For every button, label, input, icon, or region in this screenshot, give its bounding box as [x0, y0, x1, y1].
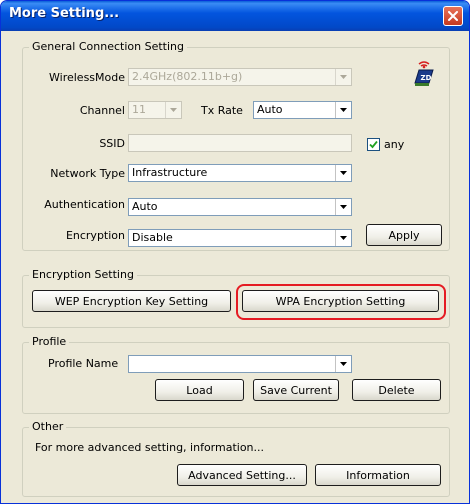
encryption-label: Encryption	[65, 229, 125, 242]
wpa-encryption-setting-button[interactable]: WPA Encryption Setting	[242, 290, 439, 312]
profile-legend: Profile	[29, 335, 70, 349]
other-legend: Other	[29, 420, 67, 434]
chevron-down-icon	[335, 230, 351, 246]
more-setting-dialog: More Setting... General Connection Setti…	[0, 0, 470, 504]
chevron-down-icon	[335, 199, 351, 215]
channel-label: Channel	[79, 104, 125, 117]
ssid-label: SSID	[99, 137, 125, 150]
checkmark-icon	[369, 140, 378, 149]
network-type-select[interactable]: Infrastructure	[128, 164, 352, 182]
network-type-label: Network Type	[50, 167, 125, 180]
profile-name-select[interactable]	[128, 355, 352, 373]
general-connection-group: General Connection Setting WirelessMode …	[22, 40, 450, 251]
wep-encryption-key-setting-button[interactable]: WEP Encryption Key Setting	[32, 290, 231, 312]
profile-group: Profile Profile Name Load Save Current D…	[22, 335, 450, 414]
advanced-setting-button[interactable]: Advanced Setting...	[177, 464, 307, 486]
window-title: More Setting...	[9, 6, 120, 21]
tx-rate-label: Tx Rate	[201, 104, 243, 117]
wireless-mode-label: WirelessMode	[49, 71, 125, 84]
channel-select: 11	[128, 101, 182, 119]
load-button[interactable]: Load	[155, 379, 244, 401]
ssid-input	[128, 134, 352, 152]
any-checkbox[interactable]	[367, 138, 380, 151]
title-bar: More Setting...	[1, 1, 469, 31]
svg-text:ZD: ZD	[421, 74, 432, 82]
other-group: Other For more advanced setting, informa…	[22, 420, 450, 497]
apply-button[interactable]: Apply	[366, 224, 442, 246]
information-button[interactable]: Information	[315, 464, 441, 486]
authentication-select[interactable]: Auto	[128, 198, 352, 216]
wireless-mode-select: 2.4GHz(802.11b+g)	[128, 68, 352, 86]
chevron-down-icon	[335, 356, 351, 372]
delete-button[interactable]: Delete	[352, 379, 441, 401]
profile-name-label: Profile Name	[48, 357, 119, 370]
chevron-down-icon	[335, 165, 351, 181]
chevron-down-icon	[335, 102, 351, 118]
close-icon	[448, 11, 458, 21]
chevron-down-icon	[165, 102, 181, 118]
other-description: For more advanced setting, information..…	[35, 441, 265, 454]
encryption-setting-group: Encryption Setting WEP Encryption Key Se…	[22, 268, 450, 328]
encryption-select[interactable]: Disable	[128, 229, 352, 247]
encryption-setting-legend: Encryption Setting	[29, 268, 137, 282]
zd-logo-icon: ZD	[413, 61, 435, 87]
authentication-label: Authentication	[44, 198, 125, 211]
close-button[interactable]	[443, 6, 463, 26]
any-label: any	[384, 138, 405, 151]
chevron-down-icon	[335, 69, 351, 85]
general-connection-legend: General Connection Setting	[29, 40, 187, 54]
tx-rate-select[interactable]: Auto	[253, 101, 352, 119]
save-current-button[interactable]: Save Current	[253, 379, 339, 401]
